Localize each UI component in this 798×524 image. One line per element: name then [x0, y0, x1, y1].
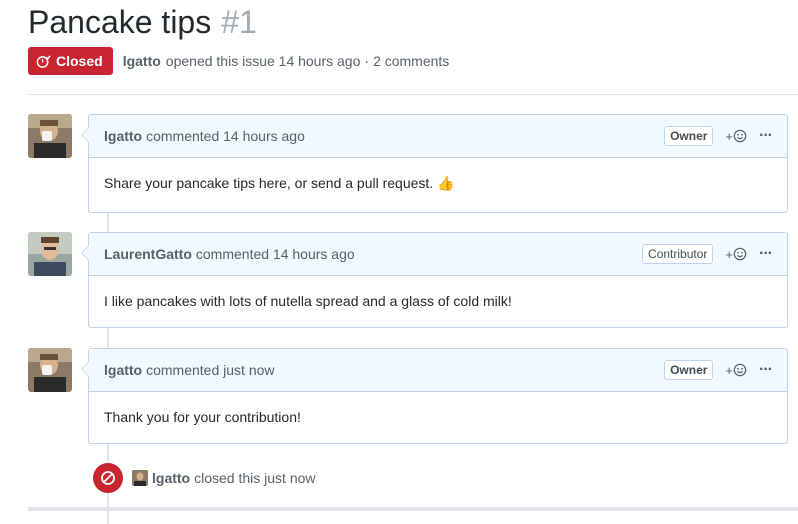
issue-meta: Closed lgatto opened this issue 14 hours… — [28, 47, 449, 75]
circle-slash-icon — [93, 463, 123, 493]
comment-author-link[interactable]: lgatto — [104, 362, 142, 378]
event-avatar[interactable] — [132, 470, 148, 486]
comment-timestamp[interactable]: commented 14 hours ago — [196, 246, 355, 262]
comment-author-link[interactable]: LaurentGatto — [104, 246, 192, 262]
owner-badge: Owner — [664, 360, 714, 380]
comment-header: LaurentGatto commented 14 hours ago Cont… — [89, 233, 787, 276]
comment-1: lgatto commented 14 hours ago Owner + ··… — [81, 114, 788, 213]
issue-number: #1 — [221, 4, 257, 40]
avatar[interactable] — [28, 232, 72, 276]
close-event: lgatto closed this just now — [93, 462, 316, 494]
event-text: closed this just now — [194, 470, 316, 486]
comment-body: I like pancakes with lots of nutella spr… — [104, 293, 512, 309]
state-label: Closed — [56, 53, 103, 69]
comment-3: lgatto commented just now Owner + ··· Th… — [81, 348, 788, 444]
meta-separator: · — [364, 53, 370, 69]
smiley-icon — [733, 129, 747, 143]
state-badge: Closed — [28, 47, 113, 75]
issue-closed-icon — [36, 54, 51, 69]
avatar[interactable] — [28, 114, 72, 158]
comments-count: 2 comments — [373, 53, 450, 69]
avatar-lgatto-image — [28, 114, 72, 158]
bottom-divider — [28, 507, 798, 511]
issue-title: Pancake tips — [28, 4, 212, 40]
contributor-badge: Contributor — [642, 244, 714, 264]
more-options-button[interactable]: ··· — [759, 127, 773, 145]
comment-body: Thank you for your contribution! — [104, 409, 301, 425]
avatar-lgatto-image — [28, 348, 72, 392]
issue-opened-text: opened this issue 14 hours ago — [165, 53, 361, 69]
header-divider — [28, 94, 798, 95]
event-author-link[interactable]: lgatto — [152, 470, 190, 486]
comment-timestamp[interactable]: commented 14 hours ago — [146, 128, 305, 144]
comment-author-link[interactable]: lgatto — [104, 128, 142, 144]
avatar-lgatto-image — [132, 470, 148, 486]
more-options-button[interactable]: ··· — [759, 245, 773, 263]
add-reaction-button[interactable]: + — [725, 129, 747, 144]
comment-2: LaurentGatto commented 14 hours ago Cont… — [81, 232, 788, 328]
avatar[interactable] — [28, 348, 72, 392]
comment-header: lgatto commented 14 hours ago Owner + ··… — [89, 115, 787, 158]
comment-timestamp[interactable]: commented just now — [146, 362, 274, 378]
comment-header: lgatto commented just now Owner + ··· — [89, 349, 787, 392]
comment-body: Share your pancake tips here, or send a … — [104, 175, 455, 191]
smiley-icon — [733, 247, 747, 261]
smiley-icon — [733, 363, 747, 377]
add-reaction-button[interactable]: + — [725, 363, 747, 378]
owner-badge: Owner — [664, 126, 714, 146]
add-reaction-button[interactable]: + — [725, 247, 747, 262]
avatar-laurentgatto-image — [28, 232, 72, 276]
more-options-button[interactable]: ··· — [759, 361, 773, 379]
issue-title-row: Pancake tips #1 — [28, 4, 257, 44]
issue-author-link[interactable]: lgatto — [123, 53, 161, 69]
